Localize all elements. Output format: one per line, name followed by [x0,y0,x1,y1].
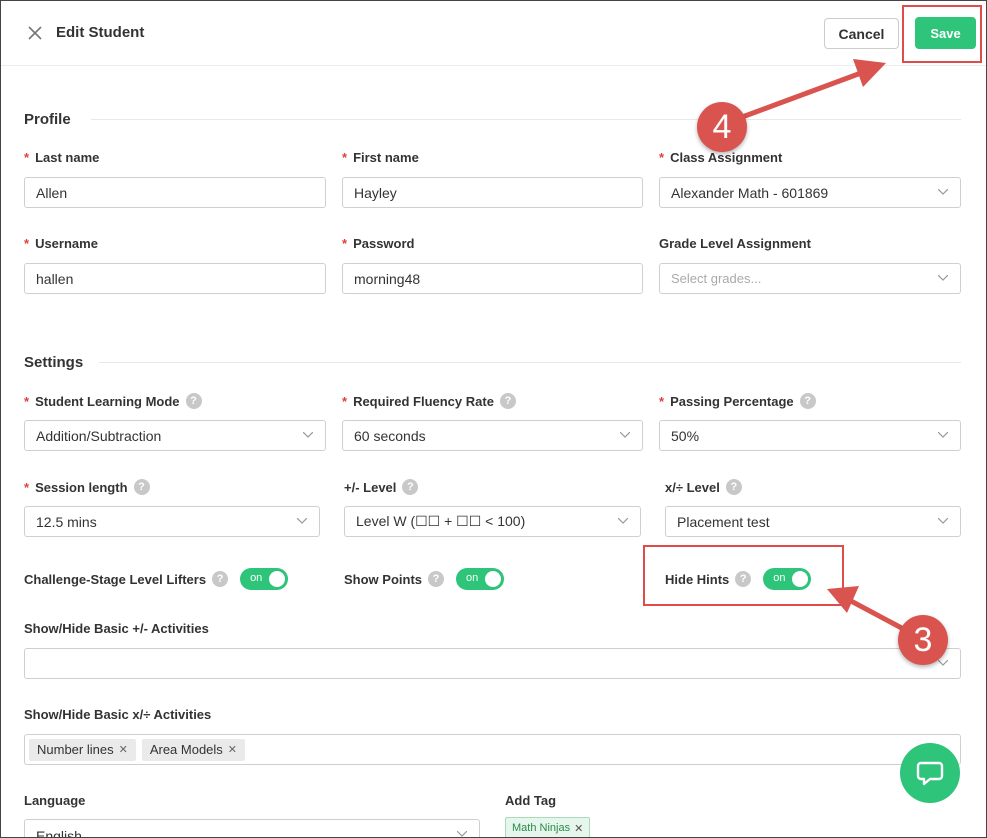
step-badge-4: 4 [697,102,747,152]
step-badge-3: 3 [898,615,948,665]
edit-student-page: Edit Student Cancel Save Profile * Last n… [0,0,987,838]
annotation-arrow-save [723,59,914,636]
